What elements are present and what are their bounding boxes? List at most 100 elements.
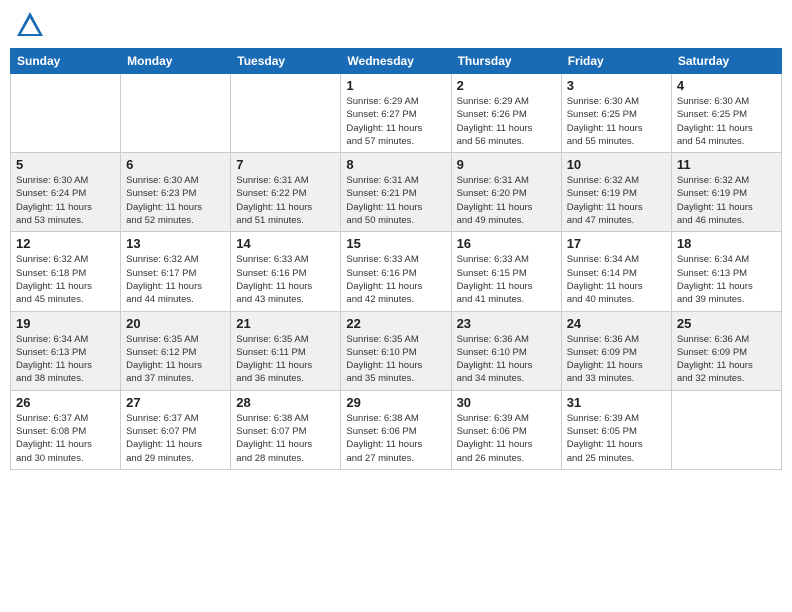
calendar-day-1: 1 Sunrise: 6:29 AM Sunset: 6:27 PM Daylig… [341,74,451,153]
calendar-day-31: 31Sunrise: 6:39 AM Sunset: 6:05 PM Dayli… [561,390,671,469]
day-number: 21 [236,316,335,331]
day-number: 9 [457,157,556,172]
day-info: Sunrise: 6:34 AM Sunset: 6:13 PM Dayligh… [677,253,776,306]
day-number: 3 [567,78,666,93]
day-info: Sunrise: 6:31 AM Sunset: 6:20 PM Dayligh… [457,174,556,227]
day-number: 15 [346,236,445,251]
day-number: 16 [457,236,556,251]
day-info: Sunrise: 6:32 AM Sunset: 6:19 PM Dayligh… [567,174,666,227]
calendar-day-7: 7 Sunrise: 6:31 AM Sunset: 6:22 PM Daylig… [231,153,341,232]
day-number: 19 [16,316,115,331]
day-number: 12 [16,236,115,251]
calendar-day-19: 19 Sunrise: 6:34 AM Sunset: 6:13 PM Dayli… [11,311,121,390]
calendar-day-3: 3 Sunrise: 6:30 AM Sunset: 6:25 PM Daylig… [561,74,671,153]
calendar-day-10: 10 Sunrise: 6:32 AM Sunset: 6:19 PM Dayli… [561,153,671,232]
calendar-week-3: 12 Sunrise: 6:32 AM Sunset: 6:18 PM Dayli… [11,232,782,311]
day-info: Sunrise: 6:30 AM Sunset: 6:25 PM Dayligh… [677,95,776,148]
day-info: Sunrise: 6:37 AM Sunset: 6:07 PM Dayligh… [126,412,225,465]
day-number: 10 [567,157,666,172]
day-number: 14 [236,236,335,251]
day-number: 22 [346,316,445,331]
day-info: Sunrise: 6:31 AM Sunset: 6:22 PM Dayligh… [236,174,335,227]
calendar-week-1: 1 Sunrise: 6:29 AM Sunset: 6:27 PM Daylig… [11,74,782,153]
calendar-week-4: 19 Sunrise: 6:34 AM Sunset: 6:13 PM Dayli… [11,311,782,390]
day-number: 28 [236,395,335,410]
calendar-day-27: 27 Sunrise: 6:37 AM Sunset: 6:07 PM Dayli… [121,390,231,469]
day-number: 26 [16,395,115,410]
day-number: 1 [346,78,445,93]
calendar-week-2: 5 Sunrise: 6:30 AM Sunset: 6:24 PM Daylig… [11,153,782,232]
calendar-week-5: 26 Sunrise: 6:37 AM Sunset: 6:08 PM Dayli… [11,390,782,469]
day-header-thursday: Thursday [451,49,561,74]
calendar-day-29: 29 Sunrise: 6:38 AM Sunset: 6:06 PM Dayli… [341,390,451,469]
day-number: 27 [126,395,225,410]
calendar-day-28: 28Sunrise: 6:38 AM Sunset: 6:07 PM Dayli… [231,390,341,469]
day-info: Sunrise: 6:36 AM Sunset: 6:10 PM Dayligh… [457,333,556,386]
day-header-row: SundayMondayTuesdayWednesdayThursdayFrid… [11,49,782,74]
day-info: Sunrise: 6:38 AM Sunset: 6:06 PM Dayligh… [346,412,445,465]
calendar-day-25: 25Sunrise: 6:36 AM Sunset: 6:09 PM Dayli… [671,311,781,390]
day-number: 29 [346,395,445,410]
day-info: Sunrise: 6:35 AM Sunset: 6:11 PM Dayligh… [236,333,335,386]
day-info: Sunrise: 6:33 AM Sunset: 6:15 PM Dayligh… [457,253,556,306]
day-header-friday: Friday [561,49,671,74]
calendar-day-4: 4 Sunrise: 6:30 AM Sunset: 6:25 PM Daylig… [671,74,781,153]
empty-cell [11,74,121,153]
calendar-header: SundayMondayTuesdayWednesdayThursdayFrid… [11,49,782,74]
day-number: 5 [16,157,115,172]
day-info: Sunrise: 6:37 AM Sunset: 6:08 PM Dayligh… [16,412,115,465]
day-info: Sunrise: 6:39 AM Sunset: 6:05 PM Dayligh… [567,412,666,465]
day-info: Sunrise: 6:36 AM Sunset: 6:09 PM Dayligh… [567,333,666,386]
calendar-day-22: 22Sunrise: 6:35 AM Sunset: 6:10 PM Dayli… [341,311,451,390]
day-number: 4 [677,78,776,93]
calendar-day-21: 21 Sunrise: 6:35 AM Sunset: 6:11 PM Dayli… [231,311,341,390]
calendar-day-5: 5 Sunrise: 6:30 AM Sunset: 6:24 PM Daylig… [11,153,121,232]
day-number: 18 [677,236,776,251]
day-number: 30 [457,395,556,410]
day-info: Sunrise: 6:30 AM Sunset: 6:23 PM Dayligh… [126,174,225,227]
calendar-day-2: 2 Sunrise: 6:29 AM Sunset: 6:26 PM Daylig… [451,74,561,153]
header [10,10,782,40]
calendar-day-9: 9 Sunrise: 6:31 AM Sunset: 6:20 PM Daylig… [451,153,561,232]
day-info: Sunrise: 6:32 AM Sunset: 6:17 PM Dayligh… [126,253,225,306]
calendar-day-18: 18 Sunrise: 6:34 AM Sunset: 6:13 PM Dayli… [671,232,781,311]
day-header-monday: Monday [121,49,231,74]
day-header-saturday: Saturday [671,49,781,74]
day-number: 23 [457,316,556,331]
calendar-day-15: 15Sunrise: 6:33 AM Sunset: 6:16 PM Dayli… [341,232,451,311]
day-info: Sunrise: 6:32 AM Sunset: 6:19 PM Dayligh… [677,174,776,227]
day-info: Sunrise: 6:29 AM Sunset: 6:26 PM Dayligh… [457,95,556,148]
day-header-sunday: Sunday [11,49,121,74]
calendar-day-24: 24 Sunrise: 6:36 AM Sunset: 6:09 PM Dayli… [561,311,671,390]
calendar-day-8: 8Sunrise: 6:31 AM Sunset: 6:21 PM Daylig… [341,153,451,232]
calendar-day-13: 13Sunrise: 6:32 AM Sunset: 6:17 PM Dayli… [121,232,231,311]
day-info: Sunrise: 6:34 AM Sunset: 6:13 PM Dayligh… [16,333,115,386]
calendar-day-26: 26 Sunrise: 6:37 AM Sunset: 6:08 PM Dayli… [11,390,121,469]
day-number: 6 [126,157,225,172]
empty-cell [121,74,231,153]
day-info: Sunrise: 6:32 AM Sunset: 6:18 PM Dayligh… [16,253,115,306]
day-info: Sunrise: 6:39 AM Sunset: 6:06 PM Dayligh… [457,412,556,465]
day-header-tuesday: Tuesday [231,49,341,74]
day-info: Sunrise: 6:36 AM Sunset: 6:09 PM Dayligh… [677,333,776,386]
calendar-day-16: 16 Sunrise: 6:33 AM Sunset: 6:15 PM Dayli… [451,232,561,311]
day-number: 24 [567,316,666,331]
logo [15,10,49,40]
calendar-day-12: 12 Sunrise: 6:32 AM Sunset: 6:18 PM Dayli… [11,232,121,311]
day-info: Sunrise: 6:30 AM Sunset: 6:25 PM Dayligh… [567,95,666,148]
day-info: Sunrise: 6:33 AM Sunset: 6:16 PM Dayligh… [236,253,335,306]
day-info: Sunrise: 6:35 AM Sunset: 6:12 PM Dayligh… [126,333,225,386]
day-header-wednesday: Wednesday [341,49,451,74]
day-info: Sunrise: 6:29 AM Sunset: 6:27 PM Dayligh… [346,95,445,148]
day-info: Sunrise: 6:30 AM Sunset: 6:24 PM Dayligh… [16,174,115,227]
logo-icon [15,10,45,40]
calendar-day-6: 6 Sunrise: 6:30 AM Sunset: 6:23 PM Daylig… [121,153,231,232]
day-number: 17 [567,236,666,251]
day-number: 2 [457,78,556,93]
calendar-body: 1 Sunrise: 6:29 AM Sunset: 6:27 PM Daylig… [11,74,782,470]
empty-cell [231,74,341,153]
day-info: Sunrise: 6:31 AM Sunset: 6:21 PM Dayligh… [346,174,445,227]
day-number: 7 [236,157,335,172]
day-number: 11 [677,157,776,172]
day-info: Sunrise: 6:34 AM Sunset: 6:14 PM Dayligh… [567,253,666,306]
